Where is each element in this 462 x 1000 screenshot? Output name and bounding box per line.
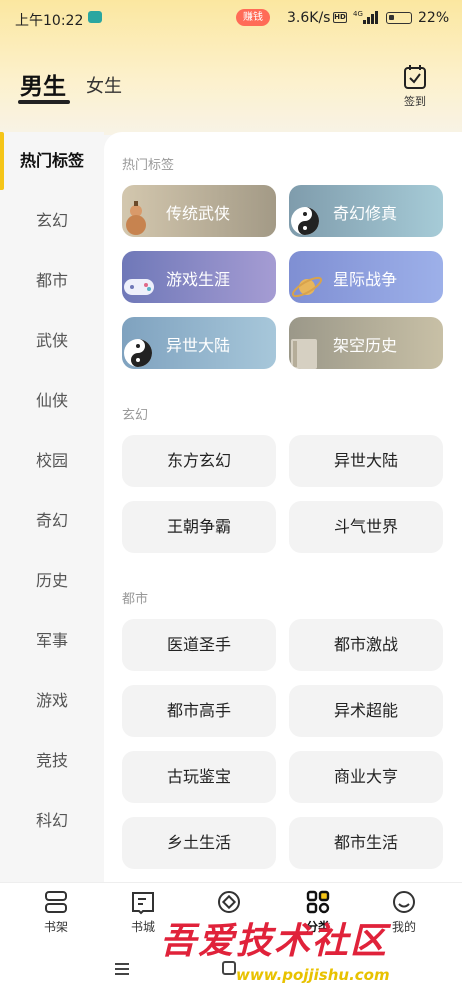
nav-label: 我的 bbox=[391, 920, 416, 934]
hot-tag-label: 奇幻修真 bbox=[333, 204, 398, 223]
status-bar: 上午10:22 3.6K/s HD 4G 22% bbox=[0, 0, 462, 38]
hot-tag-label: 星际战争 bbox=[333, 270, 398, 289]
battery-percent: 22% bbox=[418, 10, 450, 26]
nav-label: 书架 bbox=[43, 920, 68, 934]
gourd-icon bbox=[126, 201, 146, 235]
watermark: 吾爱技术社区 bbox=[160, 920, 389, 962]
tab-active-underline bbox=[18, 100, 70, 104]
tag-item[interactable]: 乡土生活 bbox=[122, 817, 276, 869]
hot-tag-6[interactable]: 架空历史 bbox=[289, 317, 443, 369]
sidebar-item-dushi[interactable]: 都市 bbox=[0, 266, 104, 296]
tag-item[interactable]: 都市高手 bbox=[122, 685, 276, 737]
menu-icon[interactable] bbox=[114, 962, 130, 976]
tab-male[interactable]: 男生 bbox=[20, 67, 66, 101]
signal-icon: 4G bbox=[353, 10, 378, 24]
tag-item[interactable]: 都市生活 bbox=[289, 817, 443, 869]
sidebar-item-youxi[interactable]: 游戏 bbox=[0, 686, 104, 716]
tab-female[interactable]: 女生 bbox=[86, 72, 122, 98]
sidebar-item-lishi[interactable]: 历史 bbox=[0, 566, 104, 596]
tag-item[interactable]: 都市激战 bbox=[289, 619, 443, 671]
tag-item[interactable]: 东方玄幻 bbox=[122, 435, 276, 487]
earn-badge: 赚钱 bbox=[236, 9, 270, 26]
hd-icon: HD bbox=[333, 12, 347, 23]
cloud-icon bbox=[88, 11, 102, 23]
hot-tag-label: 传统武侠 bbox=[166, 204, 231, 223]
profile-icon bbox=[393, 891, 415, 913]
hot-tag-2[interactable]: 奇幻修真 bbox=[289, 185, 443, 237]
calendar-check-icon bbox=[404, 65, 426, 89]
sidebar-item-junshi[interactable]: 军事 bbox=[0, 626, 104, 656]
checkin-button[interactable]: 签到 bbox=[397, 64, 433, 110]
tag-item[interactable]: 异术超能 bbox=[289, 685, 443, 737]
checkin-label: 签到 bbox=[404, 95, 426, 108]
hot-tag-1[interactable]: 传统武侠 bbox=[122, 185, 276, 237]
sidebar-item-wuxia[interactable]: 武侠 bbox=[0, 326, 104, 356]
book-icon bbox=[291, 339, 317, 369]
nav-bookshelf[interactable]: 书架 bbox=[26, 889, 86, 935]
sidebar-item-hot[interactable]: 热门标签 bbox=[0, 146, 104, 176]
network-speed: 3.6K/s bbox=[287, 10, 331, 26]
planet-icon bbox=[291, 276, 323, 298]
tag-item[interactable]: 医道圣手 bbox=[122, 619, 276, 671]
watermark-url: www.pojjishu.com bbox=[236, 966, 390, 984]
bookshelf-icon bbox=[45, 891, 67, 913]
hot-tag-label: 架空历史 bbox=[333, 336, 398, 355]
nav-label: 书城 bbox=[130, 920, 155, 934]
sidebar-item-xiaoyuan[interactable]: 校园 bbox=[0, 446, 104, 476]
hot-tag-4[interactable]: 星际战争 bbox=[289, 251, 443, 303]
yin-yang-icon bbox=[124, 339, 152, 367]
book-open-icon bbox=[132, 892, 154, 915]
section-title-dushi: 都市 bbox=[122, 592, 149, 607]
hot-tag-label: 异世大陆 bbox=[166, 336, 231, 355]
battery-icon bbox=[386, 12, 412, 24]
tag-item[interactable]: 王朝争霸 bbox=[122, 501, 276, 553]
tag-item[interactable]: 斗气世界 bbox=[289, 501, 443, 553]
gamepad-icon bbox=[124, 279, 154, 295]
category-sidebar: 热门标签 玄幻 都市 武侠 仙侠 校园 奇幻 历史 军事 游戏 竞技 科幻 bbox=[0, 132, 104, 882]
sidebar-item-xuanhuan[interactable]: 玄幻 bbox=[0, 206, 104, 236]
section-title-xuanhuan: 玄幻 bbox=[122, 408, 149, 423]
sidebar-item-jingji[interactable]: 竞技 bbox=[0, 746, 104, 776]
hot-tag-label: 游戏生涯 bbox=[166, 270, 231, 289]
status-time: 上午10:22 bbox=[15, 13, 84, 29]
tag-item[interactable]: 古玩鉴宝 bbox=[122, 751, 276, 803]
network-type-label: 4G bbox=[353, 10, 363, 18]
tag-item[interactable]: 异世大陆 bbox=[289, 435, 443, 487]
sidebar-item-kehuan[interactable]: 科幻 bbox=[0, 806, 104, 836]
sidebar-item-qihuan[interactable]: 奇幻 bbox=[0, 506, 104, 536]
tag-content-panel: 热门标签 传统武侠 奇幻修真 游戏生涯 星际战争 异世大陆 架空历史 玄幻 东方… bbox=[104, 132, 462, 882]
sidebar-item-xianxia[interactable]: 仙侠 bbox=[0, 386, 104, 416]
hot-tag-3[interactable]: 游戏生涯 bbox=[122, 251, 276, 303]
yin-yang-icon bbox=[291, 207, 319, 235]
tag-item[interactable]: 商业大亨 bbox=[289, 751, 443, 803]
section-title-hot: 热门标签 bbox=[122, 158, 175, 173]
hot-tag-5[interactable]: 异世大陆 bbox=[122, 317, 276, 369]
